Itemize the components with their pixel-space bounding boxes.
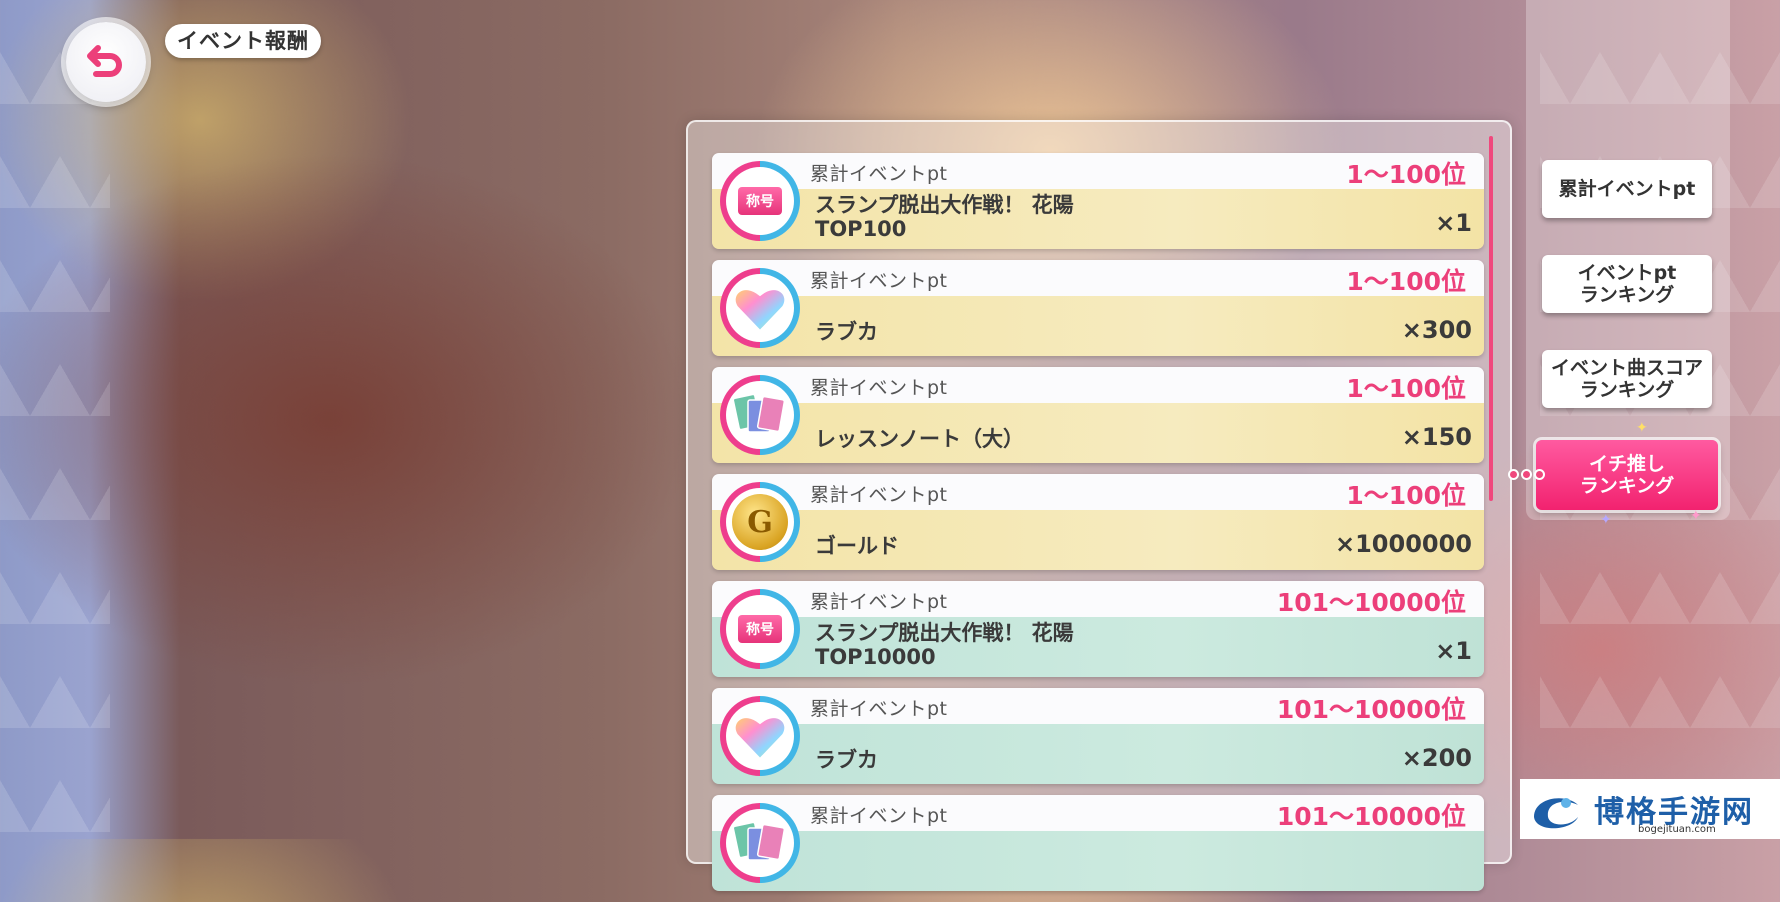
heart-gem-shape [733, 716, 787, 761]
back-button[interactable] [66, 22, 146, 102]
reward-row[interactable]: G 累計イベントpt 1〜100位ゴールド ×1000000 [712, 474, 1484, 570]
reward-quantity: ×1 [1435, 209, 1472, 237]
title-badge-icon: 称号 [720, 589, 800, 669]
love-gem-icon [720, 696, 800, 776]
page-title: イベント報酬 [165, 24, 321, 58]
background-pattern-left [0, 0, 110, 839]
reward-category-label: 累計イベントpt [810, 484, 948, 506]
icon-inner: 称号 [726, 595, 794, 663]
reward-item-name: ラブカ [815, 320, 878, 344]
reward-rank-range: 1〜100位 [1346, 267, 1466, 296]
icon-inner [726, 381, 794, 449]
watermark-subtext: bogejituan.com [1638, 824, 1716, 835]
tab-cumulative-event-pt[interactable]: 累計イベントpt [1542, 160, 1712, 218]
lesson-note-icon [720, 375, 800, 455]
reward-rank-range: 1〜100位 [1346, 160, 1466, 189]
lesson-note-shape [732, 821, 786, 861]
icon-inner [726, 274, 794, 342]
tab-event-song-score-ranking[interactable]: イベント曲スコア ランキング [1542, 350, 1712, 408]
reward-rank-range: 1〜100位 [1346, 481, 1466, 510]
reward-item-name: スランプ脱出大作戦！ 花陽 TOP100 [815, 193, 1074, 241]
gold-coin-icon: G [720, 482, 800, 562]
reward-quantity: ×150 [1401, 423, 1472, 451]
title-badge-plate: 称号 [738, 615, 782, 643]
reward-row[interactable]: 累計イベントpt 1〜100位レッスンノート（大） ×150 [712, 367, 1484, 463]
reward-row[interactable]: 累計イベントpt 1〜100位ラブカ ×300 [712, 260, 1484, 356]
reward-list-scrollbar[interactable] [1489, 136, 1493, 501]
reward-list[interactable]: 称号 累計イベントpt 1〜100位 スランプ脱出大作戦！ 花陽 TOP100 ×1 累計… [712, 153, 1484, 902]
lesson-note-shape [732, 393, 786, 433]
reward-item-name: ラブカ [815, 748, 878, 772]
reward-category-label: 累計イベントpt [810, 698, 948, 720]
reward-category-label: 累計イベントpt [810, 163, 948, 185]
active-tab-connector [1508, 469, 1545, 480]
title-badge-icon: 称号 [720, 161, 800, 241]
reward-quantity: ×200 [1401, 744, 1472, 772]
watermark-logo-icon [1534, 798, 1578, 829]
reward-rank-range: 1〜100位 [1346, 374, 1466, 403]
reward-row[interactable]: 称号 累計イベントpt 101〜10000位スランプ脱出大作戦！ 花陽 TOP100… [712, 581, 1484, 677]
reward-category-label: 累計イベントpt [810, 591, 948, 613]
sparkle-icon: ✦ [1600, 512, 1612, 528]
reward-category-label: 累計イベントpt [810, 270, 948, 292]
reward-item-name: ゴールド [815, 534, 899, 558]
reward-rank-range: 101〜10000位 [1276, 695, 1466, 724]
icon-inner: G [726, 488, 794, 556]
lesson-note-icon [720, 803, 800, 883]
reward-row[interactable]: 累計イベントpt 101〜10000位 [712, 795, 1484, 891]
tab-event-pt-ranking[interactable]: イベントpt ランキング [1542, 255, 1712, 313]
row-body-band [712, 831, 1484, 891]
reward-rank-range: 101〜10000位 [1276, 588, 1466, 617]
icon-inner [726, 702, 794, 770]
reward-item-name: スランプ脱出大作戦！ 花陽 TOP10000 [815, 621, 1074, 669]
reward-item-name: レッスンノート（大） [815, 427, 1024, 451]
reward-row[interactable]: 称号 累計イベントpt 1〜100位スランプ脱出大作戦！ 花陽 TOP100 ×1 [712, 153, 1484, 249]
sparkle-icon: ✦ [1636, 420, 1648, 436]
title-badge-plate: 称号 [738, 187, 782, 215]
reward-category-label: 累計イベントpt [810, 805, 948, 827]
love-gem-icon [720, 268, 800, 348]
reward-quantity: ×300 [1401, 316, 1472, 344]
icon-inner: 称号 [726, 167, 794, 235]
reward-quantity: ×1000000 [1334, 530, 1472, 558]
reward-row[interactable]: 累計イベントpt 101〜10000位ラブカ ×200 [712, 688, 1484, 784]
back-arrow-icon [87, 45, 122, 77]
reward-quantity: ×1 [1435, 637, 1472, 665]
heart-gem-shape [733, 288, 787, 333]
tab-oshi-ranking[interactable]: イチ推し ランキング [1536, 440, 1718, 510]
icon-inner [726, 809, 794, 877]
coin-face: G [732, 494, 788, 550]
site-watermark: 博格手游网 bogejituan.com [1520, 779, 1780, 839]
reward-category-label: 累計イベントpt [810, 377, 948, 399]
sparkle-icon: ✦ [1690, 508, 1702, 524]
reward-rank-range: 101〜10000位 [1276, 802, 1466, 831]
